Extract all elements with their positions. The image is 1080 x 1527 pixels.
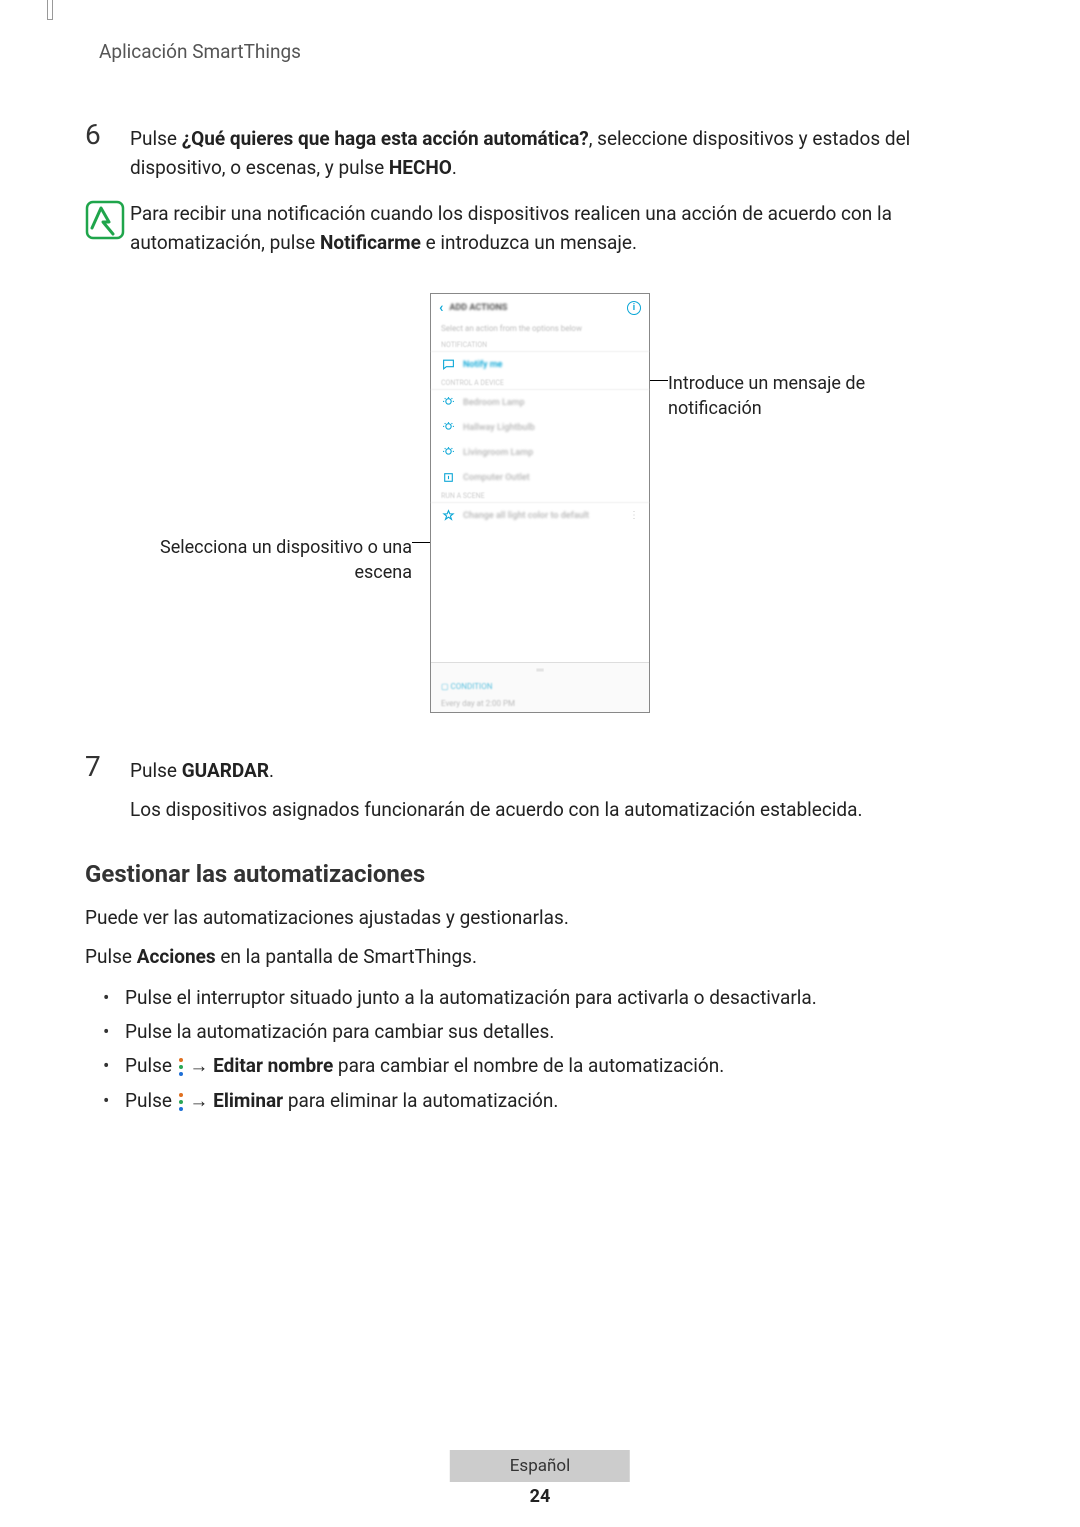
section-heading-manage: Gestionar las automatizaciones xyxy=(85,860,995,888)
footer-page-number: 24 xyxy=(450,1486,630,1507)
note-body: Para recibir una notificación cuando los… xyxy=(85,200,995,257)
bullet-3-post: para cambiar el nombre de la automatizac… xyxy=(333,1054,724,1077)
phone-screenshot: ‹ ADD ACTIONS i Select an action from th… xyxy=(430,293,650,713)
star-icon xyxy=(441,509,455,522)
step-6: 6 Pulse ¿Qué quieres que haga esta acció… xyxy=(85,121,995,182)
section2-p2-pre: Pulse xyxy=(85,945,137,968)
note: Para recibir una notificación cuando los… xyxy=(85,200,995,257)
step-6-body: Pulse ¿Qué quieres que haga esta acción … xyxy=(130,121,995,182)
section2-p1: Puede ver las automatizaciones ajustadas… xyxy=(85,904,995,933)
bullet-3-bold: Editar nombre xyxy=(213,1054,333,1077)
section-scene: RUN A SCENE xyxy=(431,490,649,503)
more-icon: ⋮ xyxy=(629,510,639,521)
callout-right-text: Introduce un mensaje de notificación xyxy=(668,373,865,419)
notify-me-label: Notify me xyxy=(463,360,502,370)
step-6-number: 6 xyxy=(85,121,130,182)
page-footer: Español 24 xyxy=(450,1450,630,1507)
info-icon: i xyxy=(627,301,641,315)
device-label-3: Computer Outlet xyxy=(463,473,530,483)
device-label-1: Hallway Lightbulb xyxy=(463,423,535,433)
step-7-post: . xyxy=(269,759,274,782)
section2-p2-post: en la pantalla de SmartThings. xyxy=(216,945,477,968)
bullet-4: Pulse → Eliminar para eliminar la automa… xyxy=(125,1084,995,1118)
bullet-4-pre: Pulse xyxy=(125,1089,177,1112)
phone-header: ‹ ADD ACTIONS i xyxy=(431,294,649,322)
footer-language: Español xyxy=(450,1450,630,1482)
callout-left: Selecciona un dispositivo o una escena xyxy=(132,293,412,585)
section-control: CONTROL A DEVICE xyxy=(431,377,649,390)
page-tab-handle xyxy=(47,0,53,20)
callout-right: Introduce un mensaje de notificación xyxy=(668,293,948,421)
device-label-2: Livingroom Lamp xyxy=(463,448,533,458)
step-6-text-post: . xyxy=(452,156,457,179)
step-7-bold: GUARDAR xyxy=(182,759,269,782)
phone-screen-title: ADD ACTIONS xyxy=(449,303,627,313)
section2-p2-bold: Acciones xyxy=(137,945,216,968)
drag-handle-icon: ═ xyxy=(431,663,649,678)
step-7-pre: Pulse xyxy=(130,759,182,782)
bulb-icon xyxy=(441,446,455,459)
bullet-3-arrow: → xyxy=(185,1054,213,1077)
step-7-line2: Los dispositivos asignados funcionarán d… xyxy=(130,798,862,821)
step-7: 7 Pulse GUARDAR. Los dispositivos asigna… xyxy=(85,753,995,824)
more-options-icon xyxy=(179,1093,183,1111)
step-7-body: Pulse GUARDAR. Los dispositivos asignado… xyxy=(130,753,995,824)
step-7-number: 7 xyxy=(85,753,130,824)
figure: Selecciona un dispositivo o una escena ‹… xyxy=(85,293,995,713)
section-notification: NOTIFICATION xyxy=(431,339,649,352)
section2-p2: Pulse Acciones en la pantalla de SmartTh… xyxy=(85,943,995,972)
step-6-bold1: ¿Qué quieres que haga esta acción automá… xyxy=(182,127,589,150)
bullet-4-post: para eliminar la automatización. xyxy=(283,1089,558,1112)
callout-left-line xyxy=(412,293,430,543)
phone-footer: ═ ▢ CONDITION Every day at 2:00 PM xyxy=(431,662,649,712)
outlet-icon xyxy=(441,471,455,484)
bullet-1: Pulse el interruptor situado junto a la … xyxy=(125,981,995,1015)
bulb-icon xyxy=(441,396,455,409)
bulb-icon xyxy=(441,421,455,434)
callout-right-line xyxy=(650,293,668,381)
device-row-0: Bedroom Lamp xyxy=(431,390,649,415)
device-row-1: Hallway Lightbulb xyxy=(431,415,649,440)
chat-icon xyxy=(441,358,455,371)
step-6-bold2: HECHO xyxy=(389,156,452,179)
note-bold: Notificarme xyxy=(320,231,421,254)
step-6-text-pre: Pulse xyxy=(130,127,182,150)
phone-subtitle: Select an action from the options below xyxy=(431,322,649,339)
more-options-icon xyxy=(179,1058,183,1076)
device-label-0: Bedroom Lamp xyxy=(463,398,525,408)
scene-row: Change all light color to default ⋮ xyxy=(431,503,649,528)
scene-label: Change all light color to default xyxy=(463,511,589,521)
callout-left-text: Selecciona un dispositivo o una escena xyxy=(152,535,412,585)
device-row-3: Computer Outlet xyxy=(431,465,649,490)
bullet-2: Pulse la automatización para cambiar sus… xyxy=(125,1015,995,1049)
bullet-4-bold: Eliminar xyxy=(213,1089,283,1112)
back-icon: ‹ xyxy=(439,300,443,316)
app-title: Aplicación SmartThings xyxy=(99,40,995,63)
bullet-3-pre: Pulse xyxy=(125,1054,177,1077)
device-row-2: Livingroom Lamp xyxy=(431,440,649,465)
footer-detail: Every day at 2:00 PM xyxy=(431,695,649,712)
notify-me-row: Notify me xyxy=(431,352,649,377)
bullet-list: Pulse el interruptor situado junto a la … xyxy=(85,981,995,1118)
footer-title: ▢ CONDITION xyxy=(431,678,649,695)
note-post: e introduzca un mensaje. xyxy=(421,231,637,254)
bullet-3: Pulse → Editar nombre para cambiar el no… xyxy=(125,1049,995,1083)
bullet-4-arrow: → xyxy=(185,1089,213,1112)
